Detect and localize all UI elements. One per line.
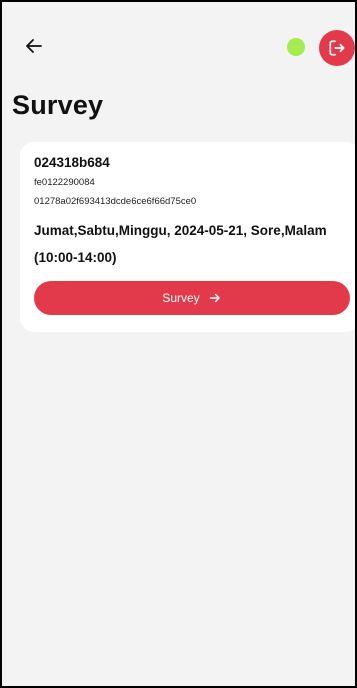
logout-icon	[329, 40, 345, 56]
survey-id: 024318b684	[34, 155, 110, 170]
back-button[interactable]	[22, 34, 46, 58]
survey-button-label: Survey	[162, 291, 200, 305]
survey-hash: 01278a02f693413dcde6ce6f66d75ce0	[34, 196, 197, 207]
arrow-left-icon	[26, 39, 42, 53]
survey-card: 024318b684 fe0122290084 01278a02f693413d…	[20, 142, 355, 332]
page-title: Survey	[12, 90, 104, 120]
survey-code: fe0122290084	[34, 177, 95, 188]
logout-button[interactable]	[319, 30, 355, 66]
survey-schedule: Jumat,Sabtu,Minggu, 2024-05-21, Sore,Mal…	[34, 223, 327, 265]
arrow-right-icon	[209, 293, 220, 303]
app-screen: Survey 024318b684 fe0122290084 01278a02f…	[0, 0, 357, 688]
app-bar	[2, 24, 355, 68]
survey-button[interactable]: Survey	[34, 281, 350, 315]
online-status-dot	[287, 38, 305, 56]
